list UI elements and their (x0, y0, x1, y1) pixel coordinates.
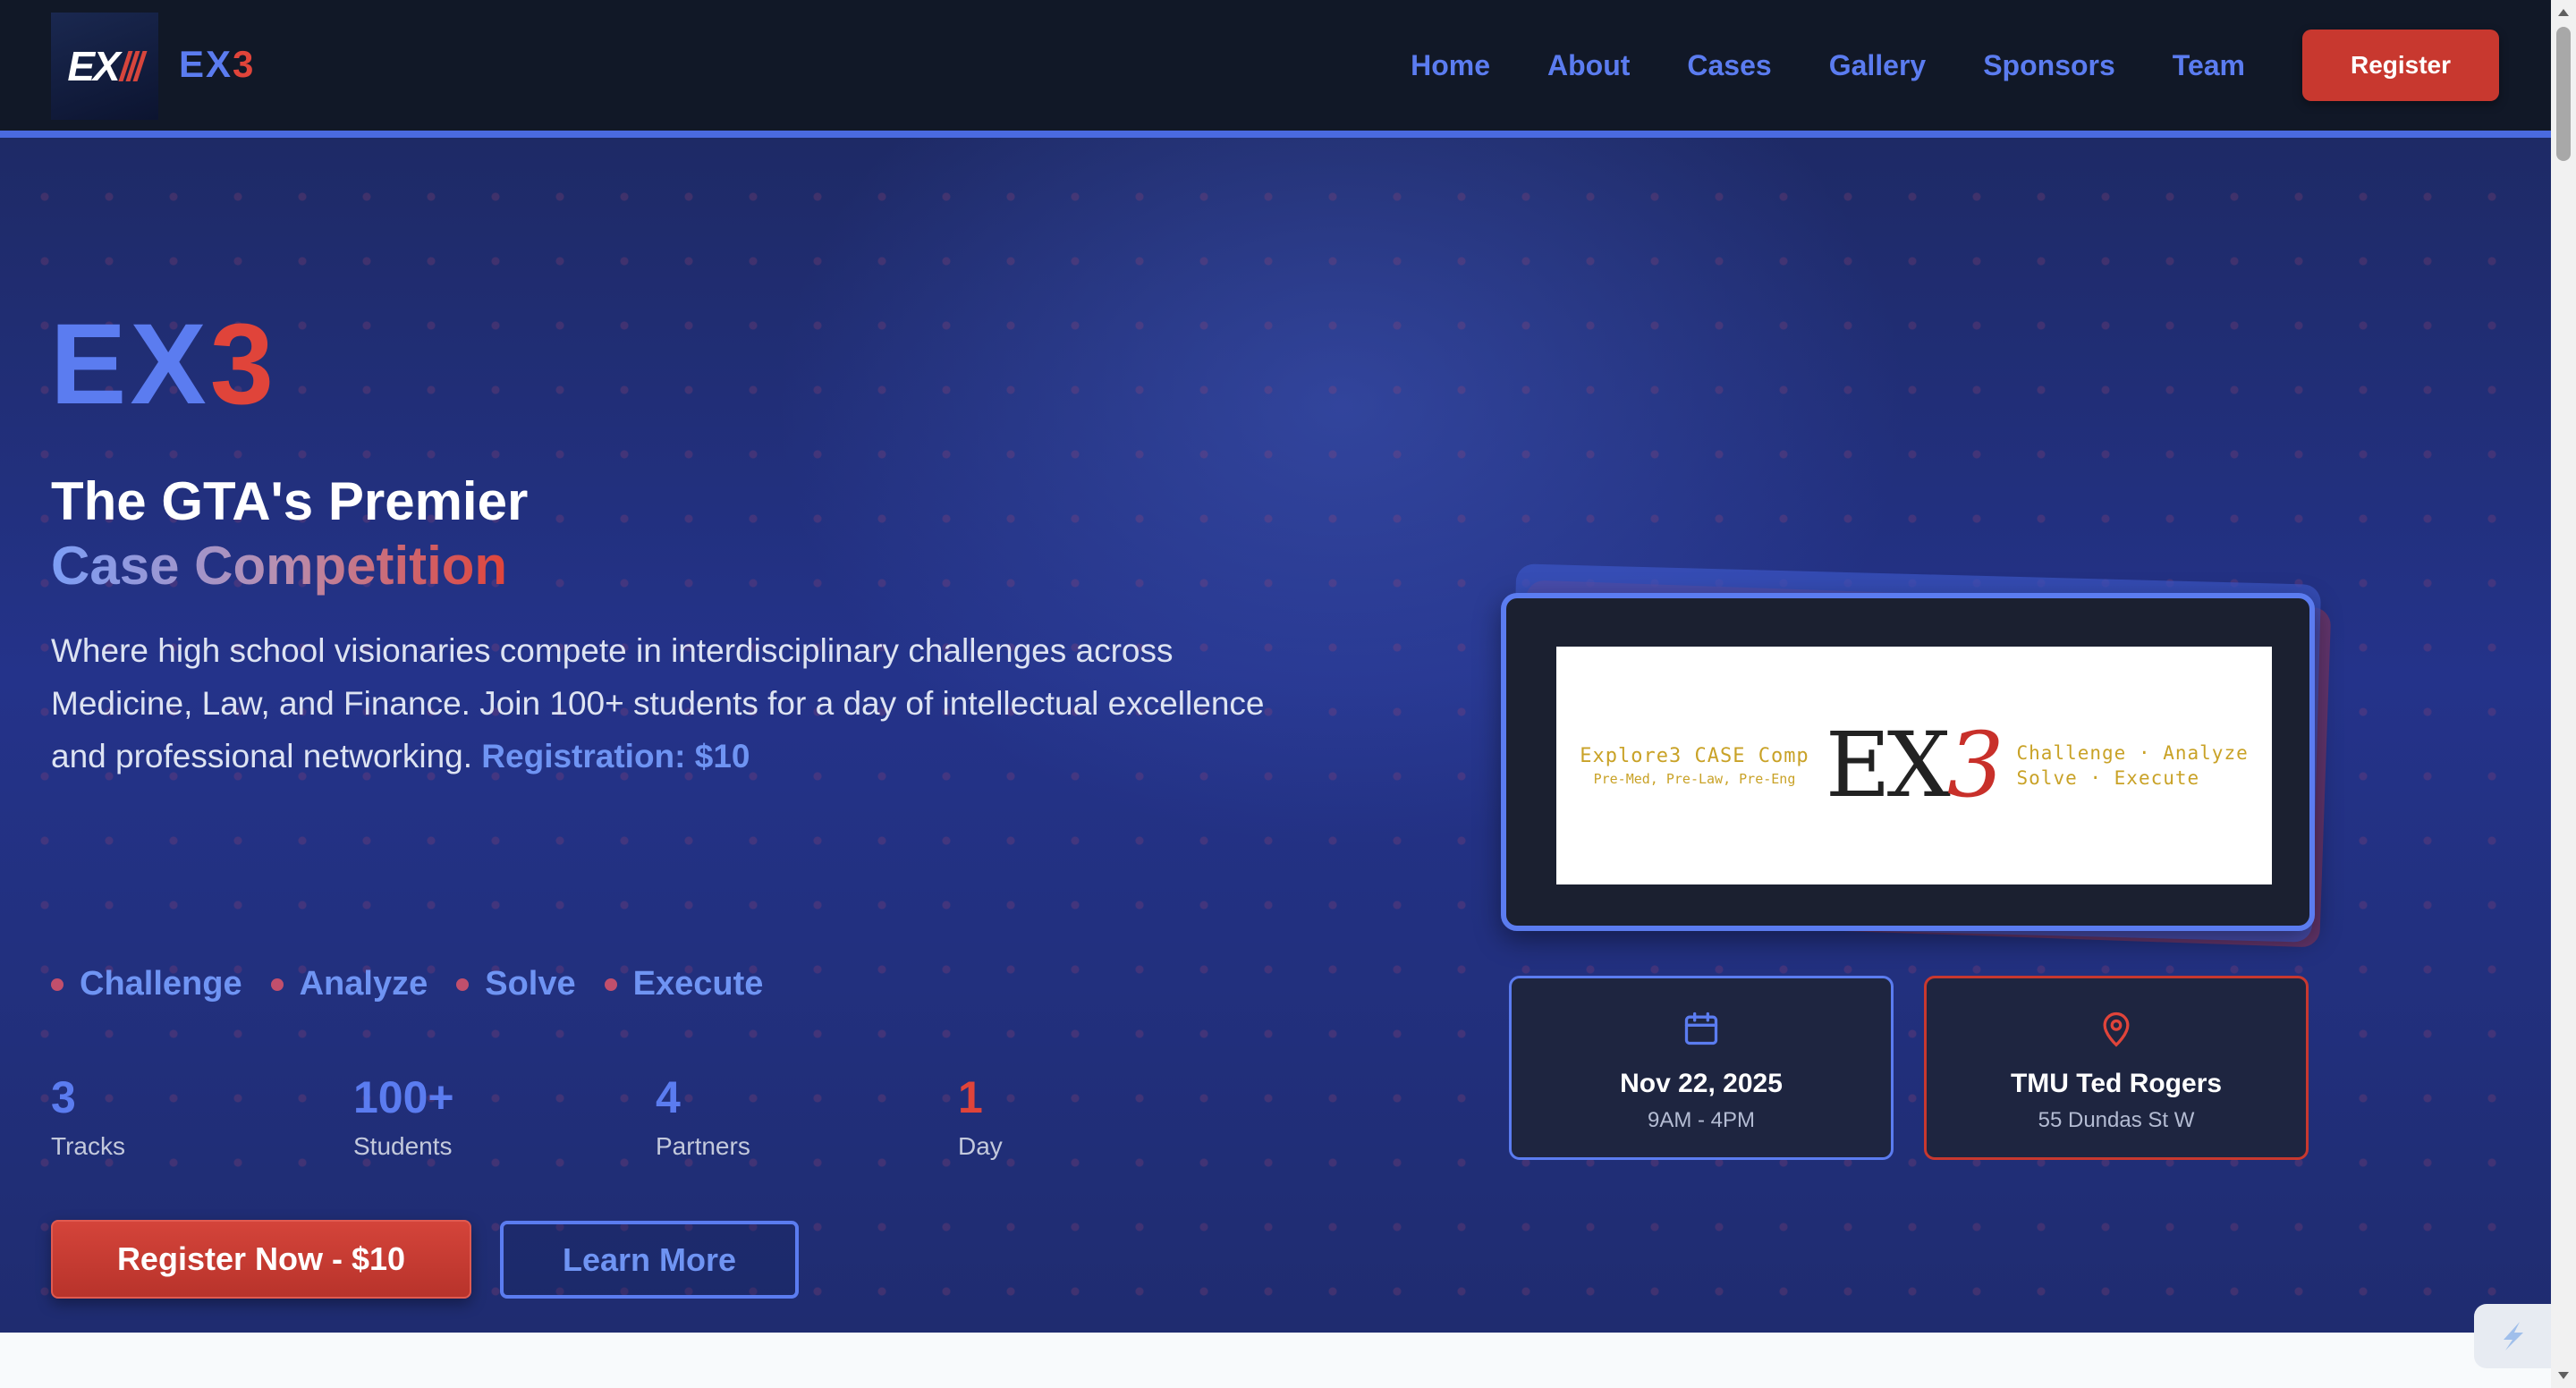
event-banner-image: Explore3 CASE Comp Pre-Med, Pre-Law, Pre… (1556, 647, 2272, 884)
stat-students: 100+ Students (353, 1075, 454, 1161)
banner-tagline: Explore3 CASE Comp (1580, 744, 1809, 767)
brand-ex: EX (179, 43, 233, 85)
hero-subtitle-line1: The GTA's Premier (51, 471, 529, 531)
hero-section: EX3 The GTA's Premier Case Competition W… (0, 138, 2551, 1333)
banner-tracks: Pre-Med, Pre-Law, Pre-Eng (1593, 770, 1796, 787)
nav-link-about[interactable]: About (1547, 49, 1630, 82)
stat-partners: 4 Partners (656, 1075, 750, 1161)
nav-link-sponsors[interactable]: Sponsors (1983, 49, 2115, 82)
scrollbar-thumb[interactable] (2556, 27, 2571, 161)
bullet-dot-icon (604, 978, 617, 991)
banner-left-text: Explore3 CASE Comp Pre-Med, Pre-Law, Pre… (1580, 745, 1809, 787)
map-pin-icon (2103, 1011, 2130, 1047)
pillar-list: Challenge Analyze Solve Execute (51, 965, 792, 1003)
pillar-label: Execute (632, 965, 764, 1003)
page: EX EX3 Home About Cases Gallery Sponsors… (0, 0, 2551, 1388)
hero-title: EX3 (50, 308, 277, 422)
event-venue-card: TMU Ted Rogers 55 Dundas St W (1924, 976, 2309, 1160)
stat-day: 1 Day (958, 1075, 1003, 1161)
nav-link-team[interactable]: Team (2173, 49, 2245, 82)
lightning-icon (2504, 1322, 2523, 1350)
banner-right-text: Challenge · Analyze Solve · Execute (2017, 741, 2249, 791)
event-time: 9AM - 4PM (1647, 1108, 1756, 1132)
site-logo[interactable]: EX (51, 13, 158, 120)
scroll-down-arrow-icon[interactable] (2551, 1363, 2576, 1388)
stat-label: Tracks (51, 1132, 125, 1160)
banner-motto-line2: Solve · Execute (2016, 767, 2200, 789)
stat-label: Partners (656, 1132, 750, 1160)
registration-price: Registration: $10 (481, 738, 750, 774)
pillar-label: Analyze (299, 965, 428, 1003)
stat-label: Students (353, 1132, 453, 1160)
nav-link-gallery[interactable]: Gallery (1829, 49, 1927, 82)
nav-link-cases[interactable]: Cases (1687, 49, 1771, 82)
event-date: Nov 22, 2025 (1620, 1069, 1783, 1098)
bullet-dot-icon (51, 978, 64, 991)
hero-title-ex: EX (50, 300, 210, 428)
top-navbar: EX EX3 Home About Cases Gallery Sponsors… (0, 0, 2551, 138)
stat-label: Day (958, 1132, 1003, 1160)
stat-tracks: 3 Tracks (51, 1075, 125, 1161)
brand-three: 3 (233, 43, 256, 85)
pillar-label: Solve (485, 965, 576, 1003)
logo-bars-icon (118, 51, 148, 81)
hero-description: Where high school visionaries compete in… (51, 624, 1321, 783)
nav-links: Home About Cases Gallery Sponsors Team R… (1411, 0, 2551, 131)
stat-value: 100+ (353, 1072, 454, 1122)
floating-widget-button[interactable] (2474, 1304, 2551, 1368)
banner-logo: EX3 (1826, 721, 2004, 810)
event-date-card: Nov 22, 2025 9AM - 4PM (1509, 976, 1894, 1160)
pillar-execute: Execute (604, 965, 764, 1003)
page-scrollbar[interactable] (2551, 0, 2576, 1388)
hero-subtitle-line2: Case Competition (51, 536, 508, 596)
banner-motto-line1: Challenge · Analyze (2016, 742, 2249, 764)
pillar-challenge: Challenge (51, 965, 242, 1003)
pillar-label: Challenge (80, 965, 242, 1003)
banner-logo-ex: EX (1825, 713, 1951, 817)
stat-value: 4 (656, 1072, 681, 1122)
calendar-icon (1684, 1011, 1718, 1045)
register-now-button[interactable]: Register Now - $10 (51, 1220, 471, 1299)
nav-link-home[interactable]: Home (1411, 49, 1490, 82)
learn-more-button[interactable]: Learn More (500, 1221, 799, 1299)
event-address: 55 Dundas St W (2038, 1108, 2195, 1132)
nav-register-button[interactable]: Register (2302, 30, 2499, 101)
stat-value: 3 (51, 1072, 76, 1122)
logo-text: EX (67, 43, 120, 89)
pillar-analyze: Analyze (270, 965, 428, 1003)
banner-card: Explore3 CASE Comp Pre-Med, Pre-Law, Pre… (1501, 593, 2315, 931)
scroll-up-arrow-icon[interactable] (2551, 0, 2576, 25)
banner-logo-three: 3 (1946, 713, 2004, 817)
event-venue: TMU Ted Rogers (2010, 1069, 2223, 1098)
next-section-edge (0, 1333, 2551, 1388)
brand-name[interactable]: EX3 (179, 43, 255, 86)
bullet-dot-icon (456, 978, 470, 991)
pillar-solve: Solve (456, 965, 576, 1003)
bullet-dot-icon (270, 978, 284, 991)
stat-value: 1 (958, 1072, 983, 1122)
hero-title-three: 3 (209, 300, 277, 428)
